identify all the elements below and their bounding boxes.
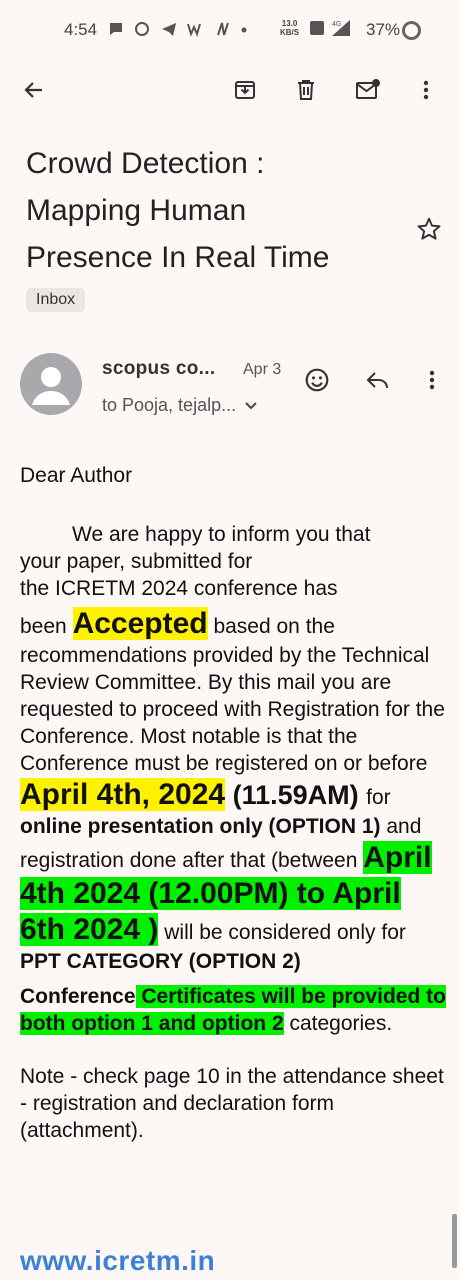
email-date: Apr 3 (243, 361, 282, 378)
person-icon (32, 367, 70, 405)
lte-icon (310, 21, 324, 35)
option1-text: online presentation only (OPTION 1) (20, 815, 381, 838)
status-bar: 4:54 13.0 KB/S 4G 37% (0, 0, 460, 64)
message-more-button[interactable] (415, 363, 449, 397)
greeting: Dear Author (20, 464, 133, 487)
more-vert-icon (423, 80, 429, 100)
dot-icon (241, 27, 247, 33)
ppt-prefix: will be considered only for (158, 921, 406, 944)
star-button[interactable] (412, 212, 446, 246)
whatsapp-icon (135, 21, 150, 36)
paragraph-line: the ICRETM 2024 conference has (20, 577, 338, 600)
deadline-time: (11.59AM) (225, 780, 367, 810)
paragraph-line: We are happy to inform you that (72, 523, 371, 546)
nfc-icon (216, 22, 229, 36)
battery-percent: 37% (366, 20, 401, 39)
been-text: been (20, 615, 73, 638)
netspeed: 13.0 KB/S (280, 19, 299, 37)
archive-button[interactable] (227, 72, 263, 108)
archive-icon (235, 81, 255, 99)
back-arrow-icon (24, 82, 42, 98)
email-subject: Crowd Detection : Mapping Human Presence… (26, 140, 386, 281)
clock: 4:54 (64, 20, 98, 39)
mark-unread-button[interactable] (350, 72, 386, 108)
subject-line: Mapping Human (26, 194, 247, 227)
emoji-reaction-icon (305, 368, 329, 392)
more-vert-icon (429, 370, 435, 390)
email-body: Dear Author We are happy to inform you t… (20, 462, 450, 1144)
recipients-text: to Pooja, tejalp... (102, 395, 237, 415)
mark-unread-icon (356, 79, 380, 99)
deadline-date-highlight: April 4th, 2024 (20, 778, 226, 811)
accepted-highlight: Accepted (72, 607, 208, 640)
signal-icon: 4G (332, 20, 350, 36)
subject-line: Presence In Real Time (26, 241, 330, 274)
chevron-down-icon (245, 401, 257, 409)
battery-icon (402, 21, 421, 40)
inbox-label[interactable]: Inbox (26, 288, 86, 312)
more-options-button[interactable] (408, 72, 444, 108)
delete-button[interactable] (288, 72, 324, 108)
reply-button[interactable] (361, 363, 395, 397)
email-toolbar (0, 62, 460, 118)
wifi-calling-icon (187, 23, 202, 37)
for-text: for (366, 786, 391, 809)
reply-icon (366, 372, 388, 389)
network-type: 4G (332, 21, 341, 28)
sender-name[interactable]: scopus co... (102, 358, 215, 380)
paragraph-line: your paper, submitted for (20, 550, 253, 573)
star-icon (417, 217, 441, 240)
telegram-icon (161, 22, 176, 36)
notification-icons (108, 20, 248, 38)
avatar[interactable] (20, 353, 82, 415)
subject-line: Crowd Detection : (26, 147, 265, 180)
add-reaction-button[interactable] (300, 363, 334, 397)
note-paragraph: Note - check page 10 in the attendance s… (20, 1065, 444, 1142)
delete-icon (298, 80, 314, 100)
netspeed-value: 13.0 (281, 19, 298, 28)
scrollbar[interactable] (452, 1214, 457, 1268)
netspeed-unit: KB/S (280, 28, 300, 37)
conference-label: Conference (20, 985, 136, 1008)
main-paragraph: been Accepted based on the recommendatio… (20, 606, 450, 975)
back-button[interactable] (16, 72, 52, 108)
chat-icon (110, 22, 122, 35)
website-link[interactable]: www.icretm.in (20, 1245, 215, 1277)
categories-text: categories. (283, 1012, 393, 1035)
recipients-toggle[interactable]: to Pooja, tejalp... (102, 395, 258, 416)
certificates-paragraph: Conference Certificates will be provided… (20, 983, 450, 1037)
option2-text: PPT CATEGORY (OPTION 2) (20, 950, 301, 973)
